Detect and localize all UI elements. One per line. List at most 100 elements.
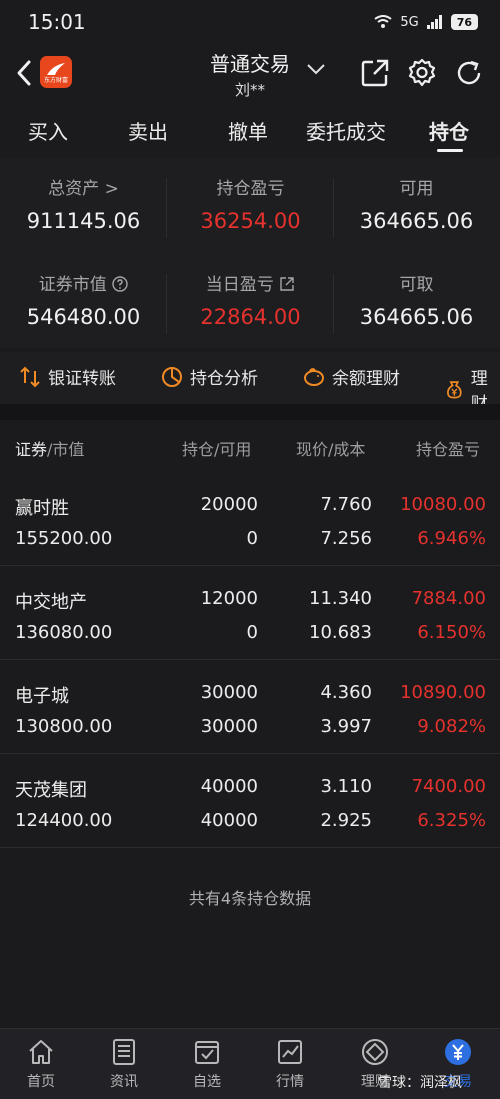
wifi-icon — [374, 15, 392, 28]
stock-position: 20000 — [200, 494, 258, 515]
stock-available: 0 — [246, 622, 258, 643]
market-value-value: 546480.00 — [26, 305, 141, 329]
divider — [333, 178, 334, 238]
help-icon[interactable] — [112, 276, 128, 292]
withdrawable-label: 可取 — [399, 275, 434, 295]
money-bag-icon — [447, 381, 462, 399]
tab-buy[interactable]: 买入 — [28, 116, 68, 145]
trade-yen-icon — [445, 1039, 471, 1065]
market-value-label-wrap: 证券市值 — [0, 270, 167, 295]
stock-cost: 7.256 — [320, 528, 372, 549]
tab-sell[interactable]: 卖出 — [128, 116, 168, 145]
divider — [166, 178, 167, 238]
daily-pnl-label-wrap: 当日盈亏 — [167, 270, 334, 295]
stock-pnl-pct: 6.150% — [417, 622, 486, 643]
refresh-icon[interactable] — [454, 58, 484, 88]
quick-link-analysis[interactable]: 持仓分析 — [160, 364, 258, 389]
stock-cost: 2.925 — [320, 810, 372, 831]
stock-price: 7.760 — [320, 494, 372, 515]
stock-name: 天茂集团 — [15, 780, 87, 801]
watermark: 雪球：润泽枫 — [378, 1075, 462, 1091]
trade-tabs: 买入 卖出 撤单 委托成交 持仓 — [0, 108, 500, 152]
stock-position: 12000 — [200, 588, 258, 609]
holding-row[interactable]: 电子城 130800.00 30000 30000 4.360 3.997 10… — [0, 662, 500, 754]
daily-pnl-label: 当日盈亏 — [205, 275, 274, 295]
external-link-icon[interactable] — [279, 276, 295, 292]
stock-position: 30000 — [200, 682, 258, 703]
tab-cancel[interactable]: 撤单 — [228, 116, 268, 145]
news-icon — [113, 1039, 135, 1065]
daily-pnl-cell[interactable]: 当日盈亏 22864.00 — [167, 270, 334, 329]
stock-pnl-pct: 6.325% — [417, 810, 486, 831]
tab-orders[interactable]: 委托成交 — [306, 116, 386, 145]
stock-available: 30000 — [200, 716, 258, 737]
piggy-bank-icon — [304, 367, 324, 386]
total-assets-label: 总资产 > — [48, 179, 119, 199]
stock-pnl: 10890.00 — [400, 682, 486, 703]
signal-icon — [426, 15, 442, 29]
stock-name: 赢时胜 — [15, 498, 69, 519]
active-tab-indicator — [437, 149, 463, 152]
stock-available: 40000 — [200, 810, 258, 831]
stock-price: 11.340 — [309, 588, 372, 609]
available-value: 364665.06 — [359, 209, 474, 233]
market-chart-icon — [278, 1040, 302, 1064]
col-price[interactable]: 现价/成本 — [296, 436, 365, 460]
nav-label: 行情 — [276, 1074, 304, 1090]
daily-pnl-value: 22864.00 — [200, 305, 301, 329]
nav-market[interactable]: 行情 — [260, 1037, 320, 1091]
holding-row[interactable]: 中交地产 136080.00 12000 0 11.340 10.683 788… — [0, 568, 500, 660]
stock-pnl: 10080.00 — [400, 494, 486, 515]
stock-market-value: 124400.00 — [15, 810, 113, 831]
stock-market-value: 136080.00 — [15, 622, 113, 643]
col-pnl[interactable]: 持仓盈亏 — [416, 436, 480, 460]
holding-pnl-cell: 持仓盈亏 36254.00 — [167, 174, 334, 233]
watchlist-icon — [195, 1041, 219, 1064]
market-value-label: 证券市值 — [38, 275, 107, 295]
stock-pnl: 7400.00 — [411, 776, 486, 797]
stock-pnl-pct: 6.946% — [417, 528, 486, 549]
quick-link-label: 持仓分析 — [190, 369, 258, 389]
stock-available: 0 — [246, 528, 258, 549]
stock-market-value: 130800.00 — [15, 716, 113, 737]
battery-indicator: 76 — [450, 14, 478, 30]
stock-position: 40000 — [200, 776, 258, 797]
quick-link-transfer[interactable]: 银证转账 — [18, 364, 116, 389]
section-separator — [0, 404, 500, 420]
col-position[interactable]: 持仓/可用 — [182, 436, 251, 460]
nav-news[interactable]: 资讯 — [94, 1037, 154, 1091]
stock-name: 电子城 — [15, 686, 69, 707]
app-header: 东方财富 普通交易 刘** — [0, 44, 500, 102]
market-value-cell: 证券市值 546480.00 — [0, 270, 167, 329]
holding-pnl-value: 36254.00 — [200, 209, 301, 233]
quick-links: 银证转账 持仓分析 余额理财 理财 — [0, 352, 500, 414]
total-assets-cell[interactable]: 总资产 > 911145.06 — [0, 174, 167, 233]
stock-cost: 3.997 — [320, 716, 372, 737]
stock-market-value: 155200.00 — [15, 528, 113, 549]
col-market-value-label: /市值 — [47, 440, 85, 459]
holding-row[interactable]: 天茂集团 124400.00 40000 40000 3.110 2.925 7… — [0, 756, 500, 848]
transfer-icon — [20, 366, 40, 387]
quick-link-label: 余额理财 — [332, 369, 400, 389]
holding-row[interactable]: 赢时胜 155200.00 20000 0 7.760 7.256 10080.… — [0, 474, 500, 566]
chevron-down-icon[interactable] — [306, 62, 326, 76]
col-security[interactable]: 证券/市值 — [15, 436, 84, 460]
withdrawable-cell: 可取 364665.06 — [333, 270, 500, 329]
gear-icon[interactable] — [407, 58, 437, 88]
holdings-count-note: 共有4条持仓数据 — [188, 889, 312, 908]
quick-link-balance-finance[interactable]: 余额理财 — [302, 364, 400, 389]
signal-label: 5G — [400, 14, 419, 30]
stock-price: 3.110 — [320, 776, 372, 797]
nav-label: 首页 — [27, 1074, 55, 1090]
total-assets-value: 911145.06 — [26, 209, 141, 233]
holding-pnl-label: 持仓盈亏 — [216, 179, 285, 199]
nav-watchlist[interactable]: 自选 — [177, 1037, 237, 1091]
divider — [166, 274, 167, 334]
share-icon[interactable] — [360, 58, 390, 88]
tab-holdings[interactable]: 持仓 — [429, 116, 469, 145]
stock-pnl: 7884.00 — [411, 588, 486, 609]
divider — [333, 274, 334, 334]
finance-icon — [362, 1039, 388, 1065]
nav-home[interactable]: 首页 — [11, 1037, 71, 1091]
withdrawable-value: 364665.06 — [359, 305, 474, 329]
